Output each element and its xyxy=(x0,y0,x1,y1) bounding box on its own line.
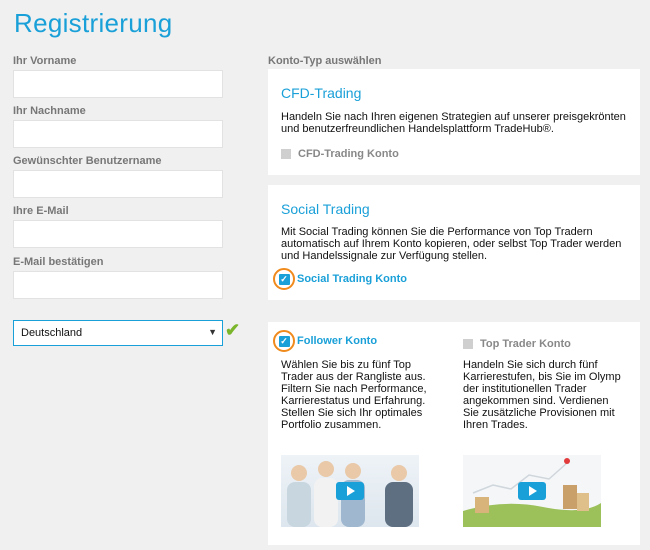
account-type-label: Konto-Typ auswählen xyxy=(268,55,382,67)
checkmark-icon: ✔ xyxy=(225,320,241,340)
cfd-trading-description: Handeln Sie nach Ihren eigenen Strategie… xyxy=(281,111,626,135)
last-name-label: Ihr Nachname xyxy=(13,105,86,117)
play-icon[interactable] xyxy=(336,482,364,500)
last-name-field[interactable] xyxy=(13,120,223,148)
username-field[interactable] xyxy=(13,170,223,198)
play-icon[interactable] xyxy=(518,482,546,500)
email-label: Ihre E-Mail xyxy=(13,205,69,217)
username-label: Gewünschter Benutzername xyxy=(13,155,162,167)
checkbox-icon xyxy=(463,339,473,349)
social-trading-description: Mit Social Trading können Sie die Perfor… xyxy=(281,226,622,262)
social-trading-card: Social Trading Mit Social Trading können… xyxy=(268,185,640,300)
follower-video-thumbnail[interactable] xyxy=(281,455,419,527)
social-trading-checkbox-label: Social Trading Konto xyxy=(297,273,408,285)
checkbox-highlight: ✓ xyxy=(273,330,295,352)
follower-checkbox-label: Follower Konto xyxy=(297,335,378,347)
cfd-trading-card: CFD-Trading Handeln Sie nach Ihren eigen… xyxy=(268,69,640,175)
checkbox-checked-icon: ✓ xyxy=(278,335,290,347)
page-title: Registrierung xyxy=(14,8,173,38)
email-confirm-field[interactable] xyxy=(13,271,223,299)
email-field[interactable] xyxy=(13,220,223,248)
first-name-field[interactable] xyxy=(13,70,223,98)
cfd-trading-checkbox-label: CFD-Trading Konto xyxy=(298,148,399,160)
social-trading-checkbox[interactable]: ✓ Social Trading Konto xyxy=(273,268,407,290)
top-trader-checkbox[interactable]: Top Trader Konto xyxy=(463,338,571,350)
checkbox-checked-icon: ✓ xyxy=(278,273,290,285)
email-confirm-label: E-Mail bestätigen xyxy=(13,256,104,268)
cfd-trading-checkbox[interactable]: CFD-Trading Konto xyxy=(281,148,399,160)
first-name-label: Ihr Vorname xyxy=(13,55,77,67)
country-select[interactable]: Deutschland ▼ xyxy=(13,320,223,346)
follower-description: Wählen Sie bis zu fünf Top Trader aus de… xyxy=(281,359,427,431)
top-trader-checkbox-label: Top Trader Konto xyxy=(480,338,571,350)
chevron-down-icon: ▼ xyxy=(208,327,217,337)
social-account-options-card: ✓ Follower Konto Wählen Sie bis zu fünf … xyxy=(268,322,640,545)
follower-checkbox[interactable]: ✓ Follower Konto xyxy=(273,330,377,352)
top-trader-video-thumbnail[interactable] xyxy=(463,455,601,527)
cfd-trading-title: CFD-Trading xyxy=(281,85,362,101)
country-select-value: Deutschland xyxy=(21,327,83,339)
social-trading-title: Social Trading xyxy=(281,201,370,217)
top-trader-description: Handeln Sie sich durch fünf Karrierestuf… xyxy=(463,359,621,431)
checkbox-icon xyxy=(281,149,291,159)
checkbox-highlight: ✓ xyxy=(273,268,295,290)
